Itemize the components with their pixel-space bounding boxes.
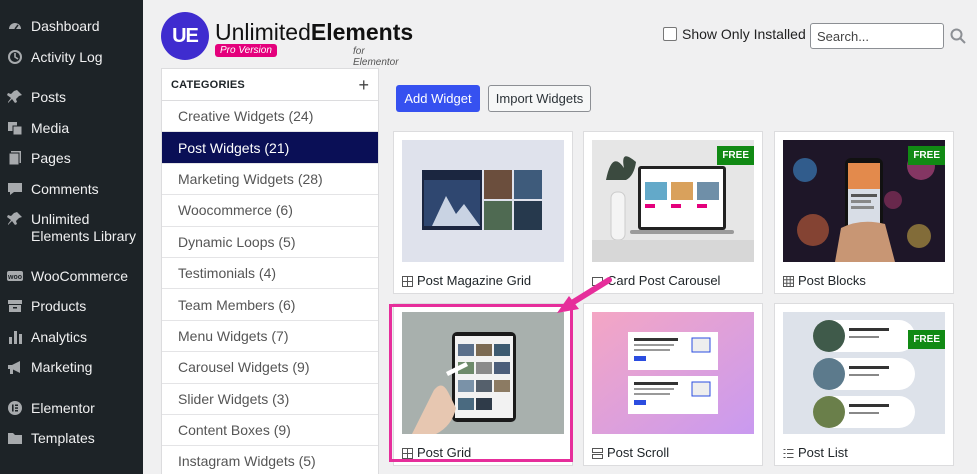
menu-item-pages[interactable]: Pages	[0, 150, 143, 167]
category-item[interactable]: Content Boxes (9)	[162, 415, 378, 447]
list-icon	[783, 447, 794, 458]
menu-item-templates[interactable]: Templates	[0, 430, 143, 447]
categories-header: CATEGORIES +	[162, 69, 378, 101]
folder-icon	[7, 430, 23, 446]
checkbox-box[interactable]	[663, 27, 677, 41]
widget-card-post-scroll[interactable]: Post Scroll	[583, 303, 763, 466]
scroll-icon	[592, 447, 603, 459]
category-item[interactable]: Team Members (6)	[162, 289, 378, 321]
category-item[interactable]: Menu Widgets (7)	[162, 321, 378, 353]
pro-version-badge: Pro Version	[215, 44, 277, 57]
category-item[interactable]: Woocommerce (6)	[162, 195, 378, 227]
main-content: UE UnlimitedElements Pro Version for Ele…	[143, 0, 977, 474]
add-category-button[interactable]: +	[358, 76, 369, 94]
archive-icon	[7, 298, 23, 314]
grid-icon	[402, 275, 413, 287]
show-only-installed-checkbox[interactable]: Show Only Installed	[663, 26, 806, 42]
megaphone-icon	[7, 359, 23, 375]
show-only-installed-label: Show Only Installed	[682, 26, 806, 42]
free-badge: FREE	[908, 330, 945, 349]
pin-icon	[7, 211, 23, 227]
menu-item-analytics[interactable]: Analytics	[0, 329, 143, 346]
menu-item-comments[interactable]: Comments	[0, 181, 143, 198]
menu-item-products[interactable]: Products	[0, 298, 143, 315]
logo-title: UnlimitedElements	[215, 19, 414, 45]
widget-name: Post Blocks	[783, 273, 866, 288]
category-item[interactable]: Creative Widgets (24)	[162, 101, 378, 133]
category-item[interactable]: Marketing Widgets (28)	[162, 164, 378, 196]
logo-subtitle: for Elementor	[353, 46, 399, 68]
pin-icon	[7, 89, 23, 105]
widget-card-post-blocks[interactable]: FREE Post Blocks	[774, 131, 954, 294]
menu-item-marketing[interactable]: Marketing	[0, 359, 143, 376]
widget-thumbnail	[402, 312, 564, 434]
logo-mark: UE	[161, 12, 209, 60]
widget-name: Post List	[783, 445, 848, 460]
search-input[interactable]	[810, 23, 944, 49]
widget-card-post-magazine-grid[interactable]: Post Magazine Grid	[393, 131, 573, 294]
widget-name: Post Magazine Grid	[402, 273, 531, 288]
bar-chart-icon	[7, 329, 23, 345]
arrow-icon	[557, 277, 612, 313]
categories-title: CATEGORIES	[171, 78, 245, 91]
menu-item-dashboard[interactable]: Dashboard	[0, 18, 143, 35]
widget-card-post-grid[interactable]: Post Grid	[393, 303, 573, 466]
menu-item-media[interactable]: Media	[0, 120, 143, 137]
menu-item-posts[interactable]: Posts	[0, 89, 143, 106]
svg-text:woo: woo	[7, 274, 22, 281]
category-item-active[interactable]: Post Widgets (21)	[162, 132, 378, 164]
widget-thumbnail	[402, 140, 564, 262]
category-item[interactable]: Dynamic Loops (5)	[162, 227, 378, 258]
comment-icon	[7, 181, 23, 197]
free-badge: FREE	[908, 146, 945, 165]
menu-item-activity-log[interactable]: Activity Log	[0, 49, 143, 66]
elementor-icon	[7, 400, 23, 416]
categories-panel: CATEGORIES + Creative Widgets (24) Post …	[161, 68, 379, 474]
search-icon[interactable]	[947, 25, 969, 47]
unlimited-elements-logo: UE UnlimitedElements Pro Version for Ele…	[161, 12, 413, 68]
widget-name: Post Scroll	[592, 445, 669, 460]
category-item[interactable]: Carousel Widgets (9)	[162, 352, 378, 384]
menu-item-unlimited-elements-library[interactable]: Unlimited Elements Library	[0, 211, 143, 245]
widget-thumbnail	[592, 312, 754, 434]
pages-icon	[7, 150, 23, 166]
grid-icon	[402, 447, 413, 459]
add-widget-button[interactable]: Add Widget	[396, 85, 480, 112]
category-item[interactable]: Slider Widgets (3)	[162, 384, 378, 415]
wp-admin-sidebar: Dashboard Activity Log Posts Media Pages…	[0, 0, 143, 474]
menu-item-woocommerce[interactable]: woo WooCommerce	[0, 268, 143, 285]
category-item[interactable]: Instagram Widgets (5)	[162, 446, 378, 474]
blocks-icon	[783, 275, 794, 287]
category-item[interactable]: Testimonials (4)	[162, 258, 378, 290]
woo-icon: woo	[7, 268, 23, 284]
widget-card-card-post-carousel[interactable]: FREE Card Post Carousel	[583, 131, 763, 294]
history-icon	[7, 49, 23, 65]
media-icon	[7, 120, 23, 136]
import-widgets-button[interactable]: Import Widgets	[488, 85, 591, 112]
dashboard-icon	[7, 18, 23, 34]
widget-card-post-list[interactable]: FREE Post List	[774, 303, 954, 466]
menu-item-elementor[interactable]: Elementor	[0, 400, 143, 417]
widget-name: Post Grid	[402, 445, 471, 460]
free-badge: FREE	[717, 146, 754, 165]
